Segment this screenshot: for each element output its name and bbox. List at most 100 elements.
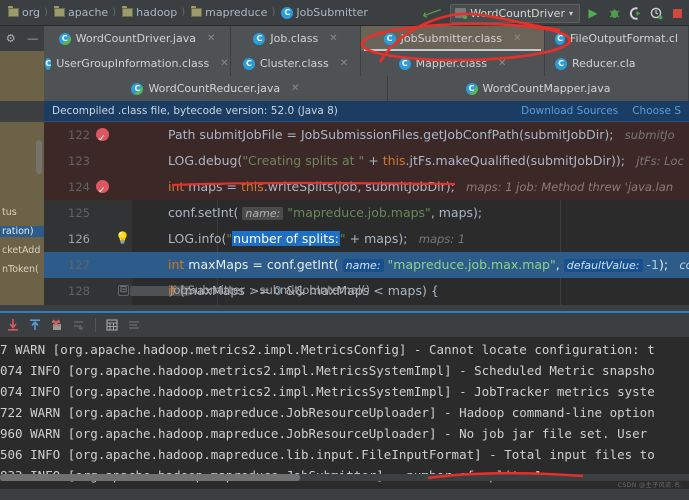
breadcrumb-label: apache — [68, 6, 108, 19]
tab-wordcountmapper-java[interactable]: C WordCountMapper.java — [388, 76, 689, 101]
debug-button[interactable] — [606, 5, 622, 21]
tab-label: WordCountDriver.java — [76, 32, 196, 45]
minimize-icon[interactable]: — — [27, 32, 38, 45]
java-class-icon: C — [59, 33, 71, 45]
code-text: LOG.info("number of splits:" + maps); ma… — [168, 226, 465, 252]
tab-label: Reducer.cla — [572, 57, 636, 70]
stop-button[interactable] — [669, 5, 685, 21]
close-icon[interactable]: ✕ — [207, 33, 215, 44]
tab-label: Mapper.class — [416, 57, 487, 70]
profile-button[interactable] — [648, 5, 664, 21]
breadcrumb-item-apache[interactable]: apache — [50, 6, 110, 19]
class-icon: C — [281, 7, 293, 19]
settings-icon[interactable] — [125, 316, 143, 334]
breakpoint-icon[interactable] — [96, 128, 109, 141]
watermark: CSDN @主子风流.名. — [618, 480, 683, 489]
tab-cluster-class[interactable]: C Cluster.class ✕ — [231, 51, 361, 76]
tab-jobsubmitter-class[interactable]: C JobSubmitter.class ✕ — [361, 26, 545, 51]
folder-icon — [191, 8, 202, 17]
console-line: 074 INFO [org.apache.hadoop.metrics2.imp… — [0, 360, 689, 381]
print-icon[interactable] — [103, 316, 121, 334]
run-button[interactable]: ▶ — [585, 5, 601, 21]
side-panel-item-2[interactable]: cketAdd — [0, 245, 44, 256]
close-icon[interactable]: ✕ — [498, 58, 506, 69]
code-line-127: 127 int maxMaps = conf.getInt( name: "ma… — [44, 252, 689, 278]
breadcrumb-label: JobSubmitter — [296, 6, 368, 19]
java-class-icon: C — [131, 83, 143, 95]
code-text: int maxMaps = conf.getInt( name: "mapred… — [168, 252, 689, 279]
breadcrumb-separator: ) — [110, 7, 118, 18]
close-icon[interactable]: ✕ — [291, 83, 299, 94]
tab-fileoutputformat-class[interactable]: C FileOutputFormat.cl — [545, 26, 689, 51]
breadcrumb-label: hadoop — [136, 6, 177, 19]
close-icon[interactable]: ✕ — [513, 33, 521, 44]
side-panel-item-3[interactable]: nToken( — [0, 264, 44, 275]
editor-tab-row-2: C UserGroupInformation.class ✕ C Cluster… — [0, 51, 689, 76]
breadcrumb-item-org[interactable]: org — [4, 6, 42, 19]
close-icon[interactable]: ✕ — [329, 33, 337, 44]
soft-wrap-icon[interactable] — [70, 316, 88, 334]
folder-icon — [54, 8, 65, 17]
run-config-icon — [455, 8, 466, 18]
tab-row-gutter — [0, 76, 44, 101]
param-hint-name: name: — [343, 259, 384, 272]
tab-wordcountdriver-java[interactable]: C WordCountDriver.java ✕ — [44, 26, 231, 51]
clear-all-icon[interactable] — [48, 316, 66, 334]
tab-job-class[interactable]: C Job.class ✕ — [231, 26, 361, 51]
line-number: 123 — [44, 148, 90, 174]
class-icon: C — [555, 58, 567, 70]
close-icon[interactable]: ✕ — [220, 58, 228, 69]
console-scrollbar-thumb[interactable] — [0, 474, 300, 481]
variables-side-panel: tus ration) cketAdd nToken( — [0, 122, 44, 305]
breadcrumb-separator: ) — [179, 7, 187, 18]
gear-icon[interactable]: ⚙ — [6, 32, 16, 45]
tab-reducer-class[interactable]: C Reducer.cla — [545, 51, 689, 76]
param-hint-defaultvalue: defaultValue: — [564, 259, 643, 272]
folder-icon — [8, 8, 19, 17]
breadcrumb-item-hadoop[interactable]: hadoop — [118, 6, 179, 19]
line-number: 126 — [44, 226, 90, 252]
breadcrumb-item-mapreduce[interactable]: mapreduce — [187, 6, 269, 19]
decompiled-notification-bar: Decompiled .class file, bytecode version… — [44, 101, 689, 122]
tab-wordcountreducer-java[interactable]: C WordCountReducer.java ✕ — [44, 76, 388, 101]
editor-breadcrumb: JobSubmitter › submitJobInternal() — [0, 283, 370, 297]
editor-tab-row-1: ⚙ — C WordCountDriver.java ✕ C Job.class… — [0, 26, 689, 51]
scroll-to-end-icon[interactable] — [4, 316, 22, 334]
run-config-label: WordCountDriver — [470, 7, 565, 20]
close-icon[interactable]: ✕ — [340, 58, 348, 69]
side-panel-item-1[interactable]: ration) — [0, 226, 44, 237]
intention-bulb-icon[interactable]: 💡 — [115, 232, 126, 244]
code-line-123: 123 LOG.debug("Creating splits at " + th… — [44, 148, 689, 174]
chevron-down-icon: ▾ — [569, 9, 573, 18]
back-navigation-icon[interactable]: ⟵ — [420, 2, 444, 24]
breadcrumb-class[interactable]: JobSubmitter — [170, 283, 245, 297]
console-line: 960 WARN [org.apache.hadoop.mapreduce.Jo… — [0, 423, 689, 444]
breakpoint-icon[interactable] — [96, 180, 109, 193]
tab-label: FileOutputFormat.cl — [570, 32, 678, 45]
tab-mapper-class[interactable]: C Mapper.class ✕ — [361, 51, 545, 76]
side-panel-item-0[interactable]: tus — [0, 207, 44, 218]
editor-scrollbar-thumb[interactable] — [36, 140, 42, 174]
tab-label: UserGroupInformation.class — [56, 57, 209, 70]
tab-usergroupinformation-class[interactable]: C UserGroupInformation.class ✕ — [44, 51, 231, 76]
editor-tab-row-3: C WordCountReducer.java ✕ C WordCountMap… — [0, 76, 689, 101]
run-configuration-selector[interactable]: WordCountDriver ▾ — [450, 4, 580, 23]
code-text: Path submitJobFile = JobSubmissionFiles.… — [168, 122, 675, 148]
tab-label: WordCountMapper.java — [483, 82, 611, 95]
breadcrumb-label: mapreduce — [205, 6, 267, 19]
scroll-to-top-icon[interactable] — [26, 316, 44, 334]
code-line-125: 125 conf.setInt( name: "mapreduce.job.ma… — [44, 200, 689, 226]
console-output[interactable]: 7 WARN [org.apache.hadoop.metrics2.impl.… — [0, 337, 689, 489]
run-with-coverage-button[interactable] — [627, 5, 643, 21]
breadcrumb-method[interactable]: submitJobInternal() — [259, 283, 370, 297]
download-sources-link[interactable]: Download Sources — [521, 105, 618, 117]
choose-sources-link[interactable]: Choose S — [632, 105, 681, 117]
breadcrumb-separator: › — [250, 283, 255, 297]
java-class-icon: C — [466, 83, 478, 95]
ide-window: org ) apache ) hadoop ) mapreduce ) C Jo… — [0, 0, 689, 500]
breadcrumb-item-jobsubmitter[interactable]: C JobSubmitter — [277, 6, 370, 19]
tab-label: Cluster.class — [260, 57, 329, 70]
console-toolbar — [0, 311, 689, 337]
class-icon: C — [45, 58, 51, 70]
code-editor: tus ration) cketAdd nToken( 122 Path sub… — [0, 122, 689, 305]
